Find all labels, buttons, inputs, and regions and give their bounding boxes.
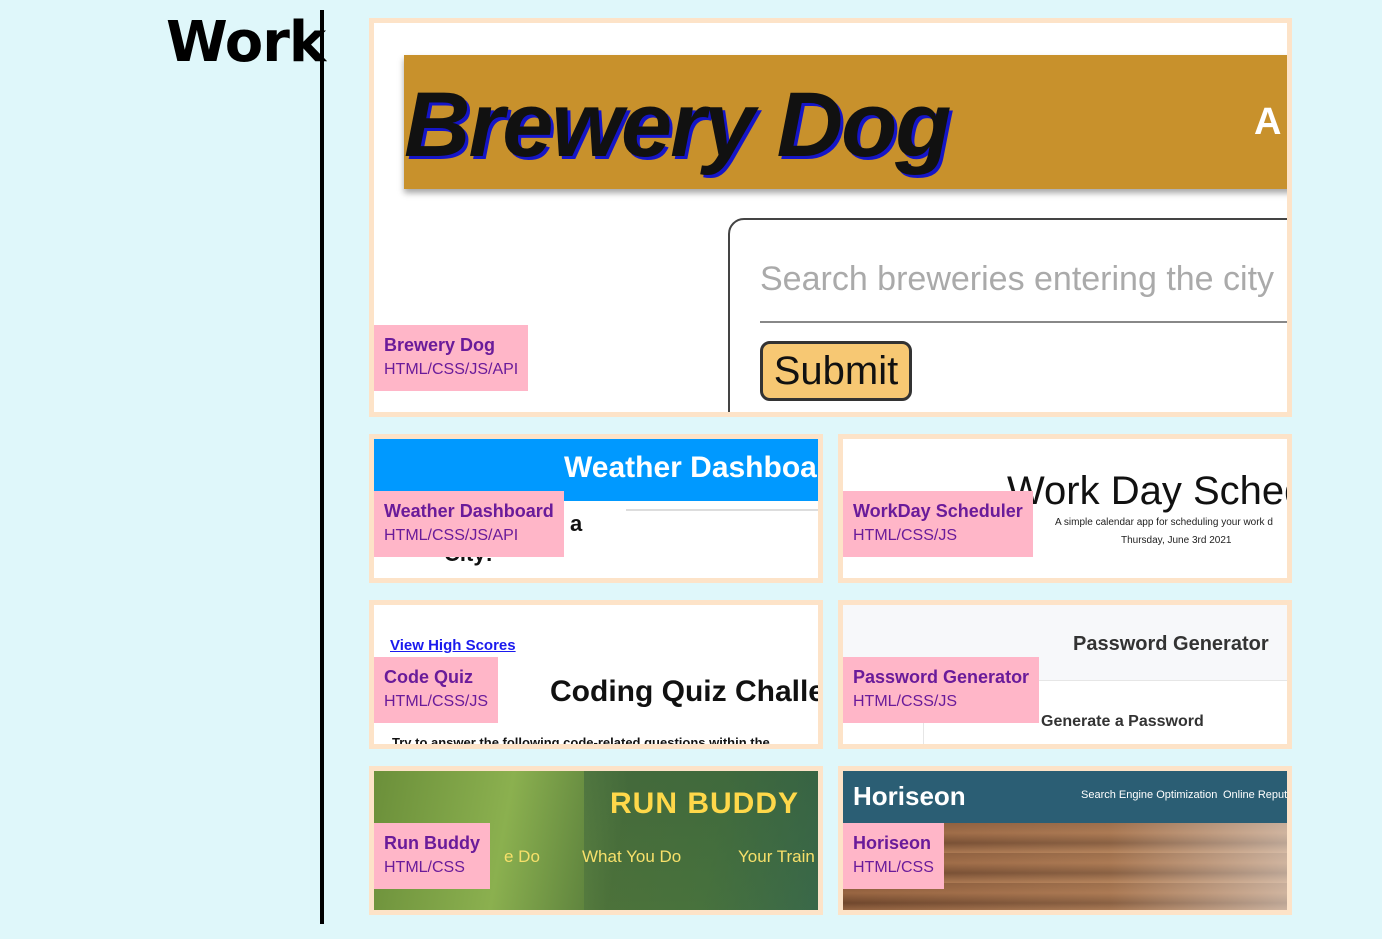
- preview-title: Work Day Sched: [1007, 469, 1287, 513]
- preview-nav-fragment: A: [1254, 101, 1282, 143]
- project-name[interactable]: Weather Dashboard: [384, 499, 554, 523]
- project-name[interactable]: Run Buddy: [384, 831, 480, 855]
- project-card-weather-dashboard[interactable]: Weather Dashboa a City: Weather Dashboar…: [369, 434, 823, 583]
- preview-title: RUN BUDDY: [610, 787, 799, 820]
- project-label[interactable]: Password Generator HTML/CSS/JS: [843, 657, 1040, 723]
- project-card-code-quiz[interactable]: View High Scores Coding Quiz Challer Try…: [369, 600, 823, 749]
- preview-fragment: a: [570, 511, 583, 536]
- preview-divider: [626, 509, 818, 511]
- project-name[interactable]: Horiseon: [853, 831, 934, 855]
- project-tech: HTML/CSS/JS: [853, 527, 958, 544]
- preview-nav-item: Your Train: [738, 847, 815, 866]
- preview-title: Coding Quiz Challer: [550, 675, 818, 708]
- project-card-workday-scheduler[interactable]: Work Day Sched A simple calendar app for…: [838, 434, 1292, 583]
- project-name[interactable]: Password Generator: [853, 665, 1029, 689]
- project-name[interactable]: Code Quiz: [384, 665, 488, 689]
- project-tech: HTML/CSS/JS: [853, 693, 958, 710]
- project-name[interactable]: WorkDay Scheduler: [853, 499, 1023, 523]
- project-label[interactable]: Brewery Dog HTML/CSS/JS/API: [374, 325, 529, 391]
- section-title: Work: [166, 10, 326, 75]
- project-label[interactable]: WorkDay Scheduler HTML/CSS/JS: [843, 491, 1033, 557]
- preview-title: Brewery Dog: [404, 74, 951, 176]
- preview-nav-item: e Do: [504, 847, 540, 866]
- preview-nav-item: Search Engine Optimization: [1081, 789, 1218, 801]
- preview-search-placeholder: Search breweries entering the city: [760, 260, 1275, 298]
- preview-subtitle: Generate a Password: [1041, 713, 1204, 730]
- preview-input-line: [760, 321, 1287, 323]
- preview-nav-item: What You Do: [582, 847, 682, 866]
- project-tech: HTML/CSS: [384, 859, 465, 876]
- project-card-password-generator[interactable]: Password Generator Generate a Password P…: [838, 600, 1292, 749]
- project-label[interactable]: Run Buddy HTML/CSS: [374, 823, 490, 889]
- project-card-horiseon[interactable]: Horiseon Search Engine Optimization Onli…: [838, 766, 1292, 915]
- preview-submit-button: Submit: [760, 341, 912, 401]
- project-tech: HTML/CSS/JS: [384, 693, 489, 710]
- preview-subtitle: A simple calendar app for scheduling you…: [1055, 517, 1273, 528]
- project-label[interactable]: Code Quiz HTML/CSS/JS: [374, 657, 499, 723]
- preview-nav-item: Online Reputa: [1223, 789, 1287, 801]
- preview-title: Password Generator: [1073, 633, 1269, 655]
- project-label[interactable]: Weather Dashboard HTML/CSS/JS/API: [374, 491, 564, 557]
- project-card-brewery-dog[interactable]: Brewery Dog A Search breweries entering …: [369, 18, 1292, 417]
- project-tech: HTML/CSS/JS/API: [384, 527, 519, 544]
- preview-instructions: Try to answer the following code-related…: [392, 735, 770, 744]
- preview-high-scores-link: View High Scores: [390, 637, 516, 654]
- preview-logo: Horiseon: [853, 781, 966, 811]
- preview-title: Weather Dashboa: [564, 451, 817, 484]
- vertical-divider: [320, 10, 324, 924]
- project-tech: HTML/CSS: [853, 859, 934, 876]
- project-card-run-buddy[interactable]: RUN BUDDY e Do What You Do Your Train Ru…: [369, 766, 823, 915]
- project-label[interactable]: Horiseon HTML/CSS: [843, 823, 944, 889]
- project-name[interactable]: Brewery Dog: [384, 333, 518, 357]
- project-tech: HTML/CSS/JS/API: [384, 361, 519, 378]
- preview-date: Thursday, June 3rd 2021: [1121, 535, 1232, 546]
